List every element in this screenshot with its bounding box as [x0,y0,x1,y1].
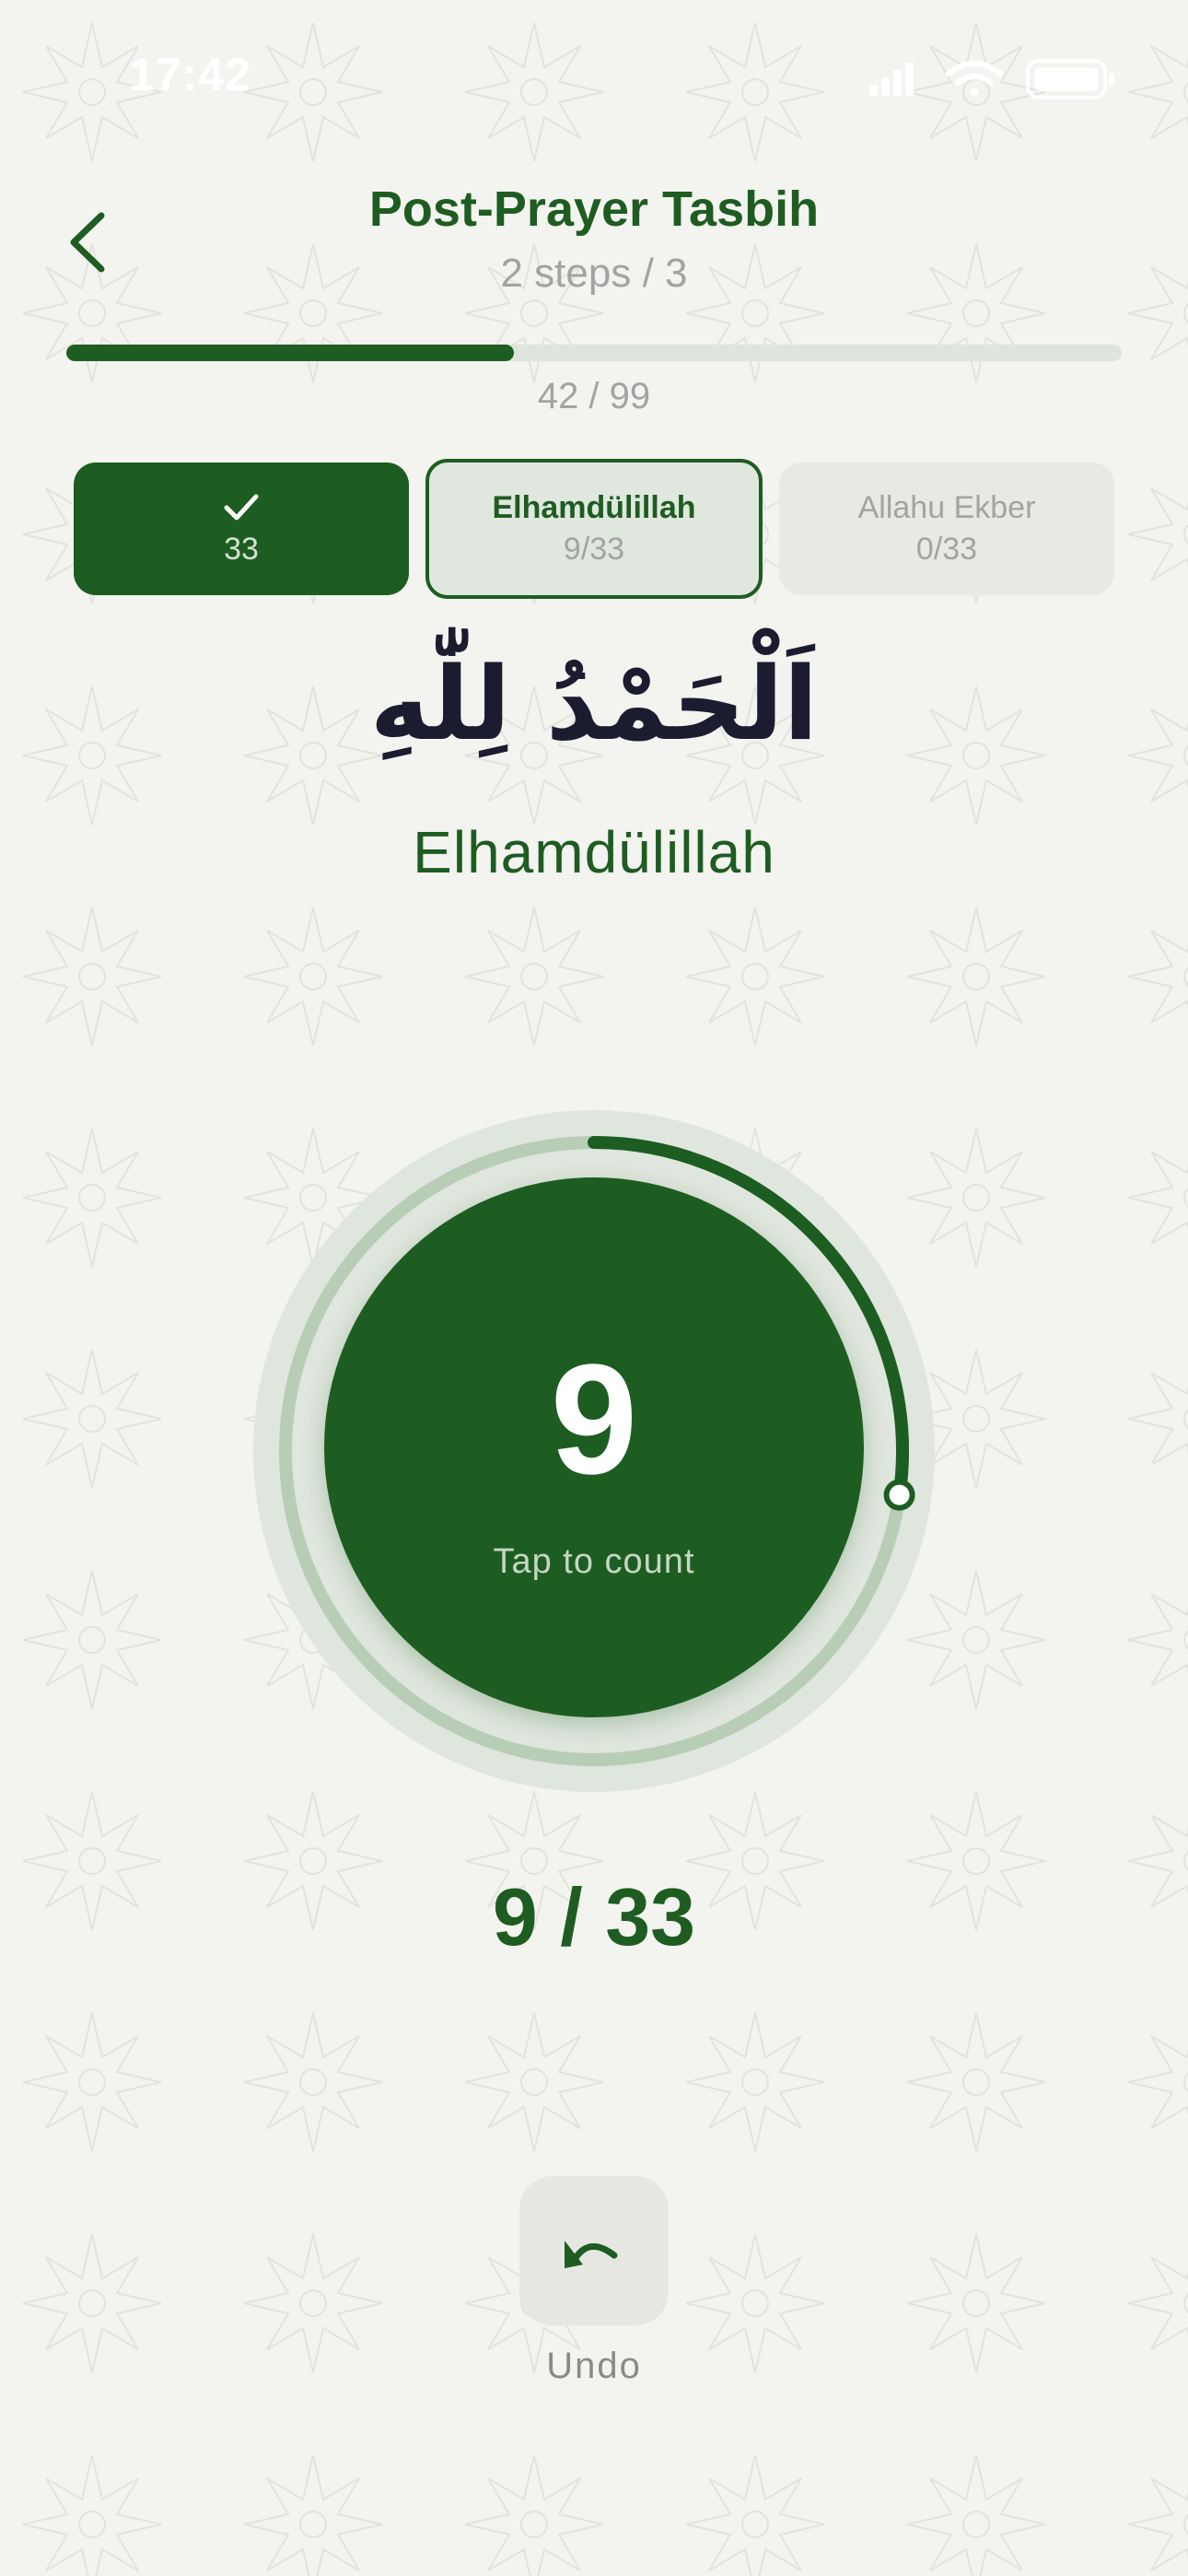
overall-progress-bar [66,345,1122,361]
transliteration-text: Elhamdülillah [413,819,775,885]
ring-progress-knob [883,1479,915,1511]
wifi-icon [946,61,1003,96]
step-count: 33 [224,531,259,567]
check-icon [224,494,259,520]
status-bar: 17:42 [0,0,1188,157]
counter-value: 9 [550,1331,638,1507]
undo-label: Undo [546,2346,642,2386]
signal-icon [869,63,914,96]
arabic-dhikr-text: اَلْحَمْدُ لِلّٰهِ [369,645,819,763]
step-title: Elhamdülillah [492,490,696,525]
undo-icon [565,2241,618,2268]
page-subtitle: 2 steps / 3 [500,251,688,296]
status-icons [869,59,1114,100]
overall-progress-fill [66,345,515,361]
counter-hint: Tap to count [493,1541,695,1581]
step-title: Allahu Ekber [857,490,1036,525]
step-tab-1-completed[interactable]: 33 [74,463,409,595]
count-display: 9 / 33 [492,1871,696,1962]
overall-progress-text: 42 / 99 [537,376,651,416]
status-time: 17:42 [129,49,251,100]
undo-button[interactable] [519,2176,669,2325]
tap-counter-button[interactable]: 9 Tap to count [324,1177,864,1717]
step-count: 0/33 [915,532,978,567]
step-count: 9/33 [563,532,625,567]
step-tab-2-active[interactable]: Elhamdülillah 9/33 [425,459,763,599]
page-title: Post-Prayer Tasbih [368,181,820,237]
step-tab-3-pending[interactable]: Allahu Ekber 0/33 [779,463,1114,595]
battery-icon [1026,59,1114,100]
